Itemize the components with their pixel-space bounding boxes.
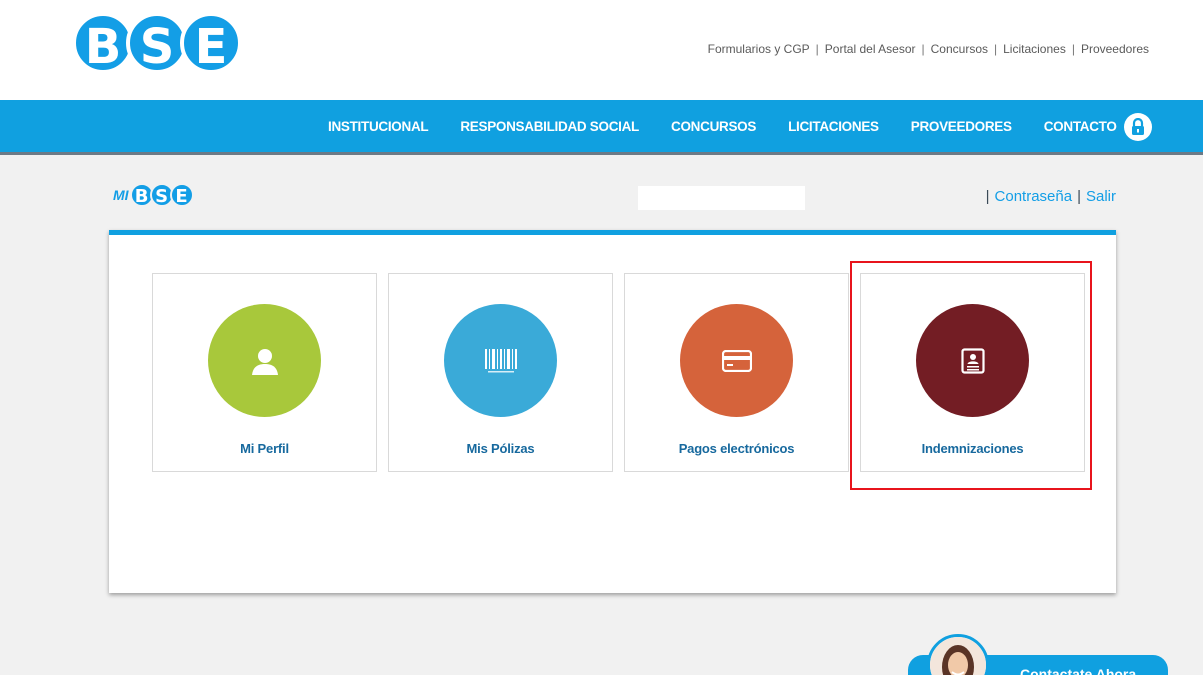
highlight-box	[850, 261, 1092, 490]
agent-avatar[interactable]	[927, 634, 989, 675]
nav-proveedores[interactable]: PROVEEDORES	[911, 119, 1012, 134]
logo-letter-s: S	[126, 12, 188, 75]
nav-concursos[interactable]: CONCURSOS	[671, 119, 756, 134]
separator: |	[1071, 42, 1075, 56]
bse-logo[interactable]: B S E	[72, 12, 242, 75]
logo-letter-b: B	[72, 12, 134, 75]
separator: |	[994, 42, 998, 56]
credit-card-icon	[680, 304, 793, 417]
logout-link[interactable]: Salir	[1086, 188, 1116, 205]
lock-icon[interactable]	[1124, 113, 1152, 141]
link-concursos[interactable]: Concursos	[931, 42, 988, 56]
separator: |	[815, 42, 819, 56]
logo-letter-e: E	[180, 12, 242, 75]
card-label: Mis Pólizas	[466, 441, 535, 456]
mibse-letter-e: E	[169, 183, 194, 207]
card-label: Mi Perfil	[240, 441, 289, 456]
link-formularios[interactable]: Formularios y CGP	[708, 42, 810, 56]
nav-responsabilidad-social[interactable]: RESPONSABILIDAD SOCIAL	[460, 119, 639, 134]
separator: |	[921, 42, 925, 56]
card-label: Pagos electrónicos	[678, 441, 795, 456]
separator: |	[1077, 188, 1081, 205]
card-pagos-electronicos[interactable]: Pagos electrónicos	[624, 273, 849, 472]
nav-contacto[interactable]: CONTACTO	[1044, 119, 1117, 134]
contact-button-label: Contactate Ahora	[1020, 666, 1137, 675]
barcode-icon	[444, 304, 557, 417]
account-links: | Contraseña | Salir	[981, 188, 1116, 205]
link-licitaciones[interactable]: Licitaciones	[1003, 42, 1066, 56]
main-nav: INSTITUCIONAL RESPONSABILIDAD SOCIAL CON…	[0, 100, 1203, 155]
password-link[interactable]: Contraseña	[995, 188, 1073, 205]
mibse-logo[interactable]: MI B S E	[113, 183, 194, 207]
header: B S E Formularios y CGP | Portal del Ase…	[0, 0, 1203, 100]
nav-licitaciones[interactable]: LICITACIONES	[788, 119, 879, 134]
card-mi-perfil[interactable]: Mi Perfil	[152, 273, 377, 472]
card-mis-polizas[interactable]: Mis Pólizas	[388, 273, 613, 472]
link-portal-asesor[interactable]: Portal del Asesor	[825, 42, 916, 56]
nav-items: INSTITUCIONAL RESPONSABILIDAD SOCIAL CON…	[328, 100, 1149, 152]
top-links: Formularios y CGP | Portal del Asesor | …	[708, 42, 1149, 56]
separator: |	[985, 188, 990, 205]
mibse-prefix: MI	[113, 187, 129, 203]
nav-institucional[interactable]: INSTITUCIONAL	[328, 119, 429, 134]
link-proveedores[interactable]: Proveedores	[1081, 42, 1149, 56]
user-name-box	[638, 186, 805, 210]
user-icon	[208, 304, 321, 417]
